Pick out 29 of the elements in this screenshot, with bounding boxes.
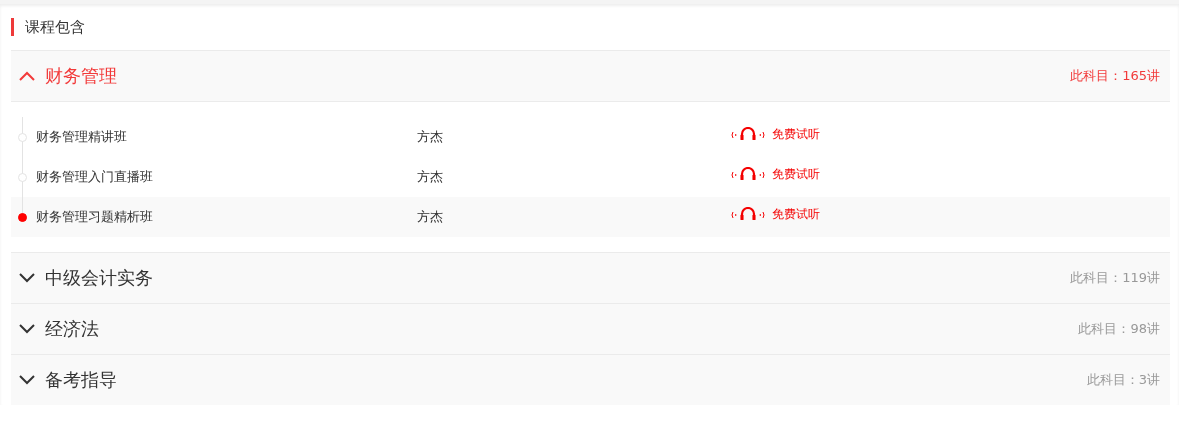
chevron-down-icon <box>19 324 35 334</box>
subject-name: 备考指导 <box>45 368 118 392</box>
lecture-count: 此科目：3讲 <box>1086 371 1160 389</box>
free-trial-link[interactable]: 免费试听 <box>730 125 820 143</box>
section-title: 课程包含 <box>25 17 85 37</box>
headphones-icon <box>730 127 766 141</box>
lecture-count: 此科目：165讲 <box>1070 67 1160 85</box>
teacher-name: 方杰 <box>417 208 444 226</box>
headphones-icon <box>730 207 766 221</box>
chevron-up-icon <box>19 71 35 81</box>
headphones-icon <box>730 167 766 181</box>
subject-header[interactable]: 财务管理 此科目：165讲 <box>11 50 1170 102</box>
course-name[interactable]: 财务管理习题精析班 <box>36 208 417 226</box>
teacher-name: 方杰 <box>417 168 444 186</box>
free-trial-link[interactable]: 免费试听 <box>730 165 820 183</box>
subject-name: 中级会计实务 <box>45 266 154 290</box>
subject-name: 财务管理 <box>45 64 118 88</box>
free-trial-link[interactable]: 免费试听 <box>730 205 820 223</box>
subject-name: 经济法 <box>45 317 100 341</box>
subject-header[interactable]: 备考指导 此科目：3讲 <box>11 354 1170 405</box>
subject-header[interactable]: 经济法 此科目：98讲 <box>11 303 1170 354</box>
lecture-count: 此科目：98讲 <box>1078 320 1160 338</box>
lecture-count: 此科目：119讲 <box>1070 269 1160 287</box>
chevron-down-icon <box>19 375 35 385</box>
chevron-down-icon <box>19 273 35 283</box>
course-name[interactable]: 财务管理精讲班 <box>36 128 417 146</box>
teacher-name: 方杰 <box>417 128 444 146</box>
course-name[interactable]: 财务管理入门直播班 <box>36 168 417 186</box>
subject-header[interactable]: 中级会计实务 此科目：119讲 <box>11 252 1170 303</box>
